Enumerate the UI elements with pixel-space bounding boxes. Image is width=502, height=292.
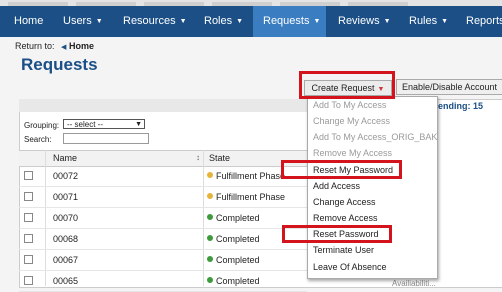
status-dot-icon: [207, 235, 213, 241]
highlight-box-reset-password: [282, 225, 392, 243]
nav-rules-label: Rules: [409, 15, 438, 27]
nav-reviews[interactable]: Reviews ▼: [338, 6, 391, 37]
status-dot-icon: [207, 214, 213, 220]
menu-item-remove-access[interactable]: Remove Access: [313, 211, 378, 225]
status-dot-icon: [207, 256, 213, 262]
menu-item-leave-of-absence[interactable]: Leave Of Absence: [313, 260, 387, 274]
menu-item-change-access[interactable]: Change Access: [313, 195, 376, 209]
col-name-header[interactable]: Name: [53, 153, 77, 163]
nav-resources[interactable]: Resources ▼: [123, 6, 187, 37]
row-checkbox[interactable]: [24, 255, 33, 264]
request-id[interactable]: 00070: [53, 213, 78, 223]
request-state: Completed: [216, 213, 260, 223]
nav-home[interactable]: Home: [14, 6, 43, 37]
nav-rules[interactable]: Rules ▼: [409, 6, 448, 37]
menu-item-change-my-access[interactable]: Change My Access: [313, 114, 390, 128]
request-state: Completed: [216, 276, 260, 286]
row-checkbox[interactable]: [24, 213, 33, 222]
nav-resources-label: Resources: [123, 15, 176, 27]
menu-item-terminate-user[interactable]: Terminate User: [313, 243, 374, 257]
nav-requests[interactable]: Requests ▼: [253, 6, 326, 37]
highlight-box-reset-my-password: [281, 160, 402, 179]
request-id[interactable]: 00071: [53, 192, 78, 202]
table-row[interactable]: 00065 Completed: [19, 271, 307, 292]
row-checkbox[interactable]: [24, 192, 33, 201]
sort-icon[interactable]: ↕: [196, 153, 200, 162]
nav-reports[interactable]: Reports: [466, 6, 502, 37]
row-checkbox[interactable]: [24, 234, 33, 243]
row-checkbox[interactable]: [24, 171, 33, 180]
menu-item-add-to-my-access-orig-bak[interactable]: Add To My Access_ORIG_BAK: [313, 130, 437, 144]
pending-count: Pending: 15: [432, 101, 484, 111]
nav-home-label: Home: [14, 15, 44, 27]
chevron-down-icon: ▼: [383, 18, 391, 25]
grouping-select-value: -- select --: [67, 120, 103, 129]
nav-roles[interactable]: Roles ▼: [204, 6, 243, 37]
status-dot-icon: [207, 277, 213, 283]
background-text: Availiabiliti...: [392, 279, 436, 288]
status-dot-icon: [207, 193, 213, 199]
col-state-header[interactable]: State: [209, 153, 230, 163]
enable-disable-account-button[interactable]: Enable/Disable Account: [396, 79, 502, 95]
main-nav: Home Users ▼ Resources ▼ Roles ▼ Requests ▼ …: [0, 6, 502, 37]
table-row[interactable]: 00071 Fulfillment Phase: [19, 187, 307, 208]
chevron-down-icon: ▼: [179, 18, 187, 25]
page-title: Requests: [21, 55, 98, 74]
request-id[interactable]: 00065: [53, 276, 78, 286]
request-id[interactable]: 00072: [53, 171, 78, 181]
request-id[interactable]: 00068: [53, 234, 78, 244]
nav-users[interactable]: Users ▼: [63, 6, 103, 37]
chevron-down-icon: ▼: [95, 18, 103, 25]
nav-reviews-label: Reviews: [338, 15, 380, 27]
chevron-down-icon: ▼: [135, 121, 142, 128]
menu-item-remove-my-access[interactable]: Remove My Access: [313, 146, 392, 160]
grouping-label: Grouping:: [24, 121, 60, 130]
panel-header: [19, 99, 307, 112]
table-header: Name ↕ State: [19, 150, 307, 167]
highlight-box-create-request: [299, 71, 395, 99]
table-row[interactable]: 00067 Completed: [19, 250, 307, 271]
request-state: Completed: [216, 234, 260, 244]
nav-requests-label: Requests: [263, 15, 310, 27]
table-row[interactable]: 00070 Completed: [19, 208, 307, 229]
search-input[interactable]: [63, 133, 149, 144]
table-row[interactable]: 00068 Completed: [19, 229, 307, 250]
menu-item-add-to-my-access[interactable]: Add To My Access: [313, 98, 386, 112]
grouping-select[interactable]: -- select -- ▼: [63, 119, 145, 129]
breadcrumb: Return to: ◀ Home: [15, 41, 94, 51]
chevron-down-icon: ▼: [441, 18, 449, 25]
row-checkbox[interactable]: [24, 276, 33, 285]
chevron-down-icon: ▼: [313, 18, 321, 25]
request-state: Completed: [216, 255, 260, 265]
create-request-menu: Add To My Access Change My Access Add To…: [307, 96, 438, 279]
breadcrumb-prefix: Return to:: [15, 41, 55, 51]
breadcrumb-home-link[interactable]: Home: [69, 41, 94, 51]
status-dot-icon: [207, 172, 213, 178]
back-arrow-icon: ◀: [61, 44, 67, 51]
table-row[interactable]: 00072 Fulfillment Phase: [19, 166, 307, 187]
search-label: Search:: [24, 135, 52, 144]
request-state: Fulfillment Phase: [216, 192, 286, 202]
menu-item-add-access[interactable]: Add Access: [313, 179, 360, 193]
request-state: Fulfillment Phase: [216, 171, 286, 181]
nav-roles-label: Roles: [204, 15, 233, 27]
nav-reports-label: Reports: [466, 15, 502, 27]
chevron-down-icon: ▼: [236, 18, 244, 25]
nav-users-label: Users: [63, 15, 92, 27]
request-id[interactable]: 00067: [53, 255, 78, 265]
